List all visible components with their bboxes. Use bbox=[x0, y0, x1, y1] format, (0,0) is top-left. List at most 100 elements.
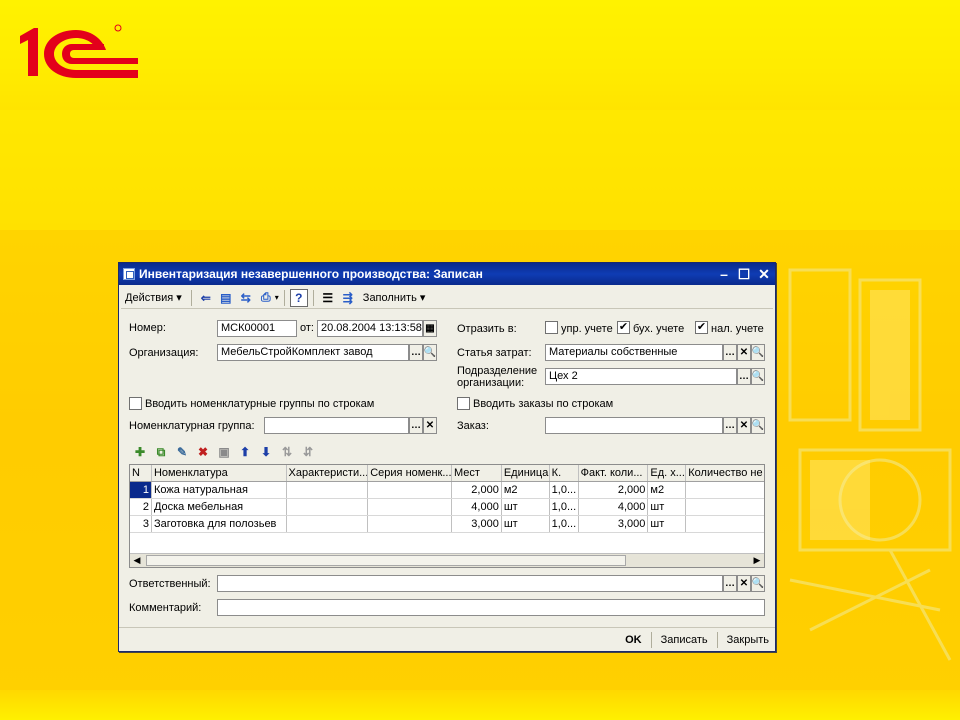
add-row-icon[interactable]: ✚ bbox=[131, 443, 149, 461]
col-nomenclature[interactable]: Номенклатура bbox=[152, 465, 287, 481]
col-n[interactable]: N bbox=[130, 465, 152, 481]
table-row[interactable]: 3 Заготовка для полозьев 3,000 шт 1,0...… bbox=[130, 516, 764, 533]
row-coef: 1,0... bbox=[550, 482, 579, 498]
print-icon[interactable]: ⎙ bbox=[257, 289, 275, 307]
close-button[interactable]: Закрыть bbox=[721, 634, 775, 646]
nom-group-field[interactable] bbox=[264, 417, 409, 434]
minimize-button[interactable]: – bbox=[715, 265, 733, 283]
edit-row-icon[interactable]: ✎ bbox=[173, 443, 191, 461]
row-fact-qty: 4,000 bbox=[579, 499, 649, 515]
organization-open-button[interactable]: 🔍 bbox=[423, 344, 437, 361]
maximize-button[interactable]: ☐ bbox=[735, 265, 753, 283]
slide-top-band bbox=[0, 0, 960, 110]
cost-item-open-button[interactable]: 🔍 bbox=[751, 344, 765, 361]
enter-groups-label: Вводить номенклатурные группы по строкам bbox=[145, 398, 375, 410]
division-select-button[interactable]: … bbox=[737, 368, 751, 385]
comment-field[interactable] bbox=[217, 599, 765, 616]
nom-group-select-button[interactable]: … bbox=[409, 417, 423, 434]
delete-row-icon[interactable]: ✖ bbox=[194, 443, 212, 461]
reflect-acc-checkbox[interactable]: ✔ bbox=[617, 321, 630, 334]
close-window-button[interactable]: ✕ bbox=[755, 265, 773, 283]
help-button[interactable]: ? bbox=[289, 288, 308, 307]
enter-orders-checkbox[interactable] bbox=[457, 397, 470, 410]
row-series bbox=[368, 516, 452, 532]
back-arrow-icon[interactable]: ⇐ bbox=[197, 289, 215, 307]
fill-icon[interactable]: ⇶ bbox=[339, 289, 357, 307]
col-storage-unit[interactable]: Ед. х... bbox=[648, 465, 687, 481]
organization-label: Организация: bbox=[129, 347, 199, 359]
col-series[interactable]: Серия номенк... bbox=[368, 465, 452, 481]
division-open-button[interactable]: 🔍 bbox=[751, 368, 765, 385]
structure-icon[interactable]: ⇆ bbox=[237, 289, 255, 307]
col-unit[interactable]: Единица bbox=[502, 465, 550, 481]
window-titlebar[interactable]: Инвентаризация незавершенного производст… bbox=[119, 263, 775, 285]
slide-bottom-band bbox=[0, 690, 960, 720]
command-separator bbox=[650, 631, 652, 648]
table-toolbar: ✚ ⧉ ✎ ✖ ▣ ⬆ ⬇ ⇅ ⇵ bbox=[131, 443, 317, 461]
responsible-field[interactable] bbox=[217, 575, 723, 592]
col-characteristic[interactable]: Характеристи... bbox=[287, 465, 369, 481]
cost-item-select-button[interactable]: … bbox=[723, 344, 737, 361]
col-fact-qty[interactable]: Факт. коли... bbox=[579, 465, 649, 481]
row-number: 2 bbox=[130, 499, 152, 515]
responsible-open-button[interactable]: 🔍 bbox=[751, 575, 765, 592]
sort-desc-icon[interactable]: ⇵ bbox=[299, 443, 317, 461]
window-title: Инвентаризация незавершенного производст… bbox=[139, 267, 483, 281]
calendar-button[interactable]: ▦ bbox=[423, 320, 437, 337]
cost-item-field[interactable]: Материалы собственные bbox=[545, 344, 723, 361]
order-select-button[interactable]: … bbox=[723, 417, 737, 434]
row-characteristic bbox=[287, 499, 369, 515]
division-label-line2: организации: bbox=[457, 377, 525, 389]
copy-row-icon[interactable]: ⧉ bbox=[152, 443, 170, 461]
comment-label: Комментарий: bbox=[129, 602, 202, 614]
table-row[interactable]: 2 Доска мебельная 4,000 шт 1,0... 4,000 … bbox=[130, 499, 764, 516]
reflect-mgmt-checkbox[interactable] bbox=[545, 321, 558, 334]
organization-select-button[interactable]: … bbox=[409, 344, 423, 361]
col-coef[interactable]: К. bbox=[550, 465, 579, 481]
responsible-clear-button[interactable]: ✕ bbox=[737, 575, 751, 592]
col-qty-not[interactable]: Количество не bbox=[686, 465, 764, 481]
list-icon[interactable]: ☰ bbox=[319, 289, 337, 307]
row-characteristic bbox=[287, 482, 369, 498]
save-button[interactable]: Записать bbox=[655, 634, 714, 646]
row-series bbox=[368, 482, 452, 498]
1c-logo bbox=[20, 24, 138, 78]
order-field[interactable] bbox=[545, 417, 723, 434]
number-field[interactable]: МСК00001 bbox=[217, 320, 297, 337]
row-nomenclature: Доска мебельная bbox=[152, 499, 287, 515]
nom-group-clear-button[interactable]: ✕ bbox=[423, 417, 437, 434]
scrollbar-thumb[interactable] bbox=[146, 555, 626, 566]
fill-menu[interactable]: Заполнить ▾ bbox=[359, 291, 430, 304]
actions-menu[interactable]: Действия ▾ bbox=[121, 291, 186, 304]
row-fact-qty: 3,000 bbox=[579, 516, 649, 532]
slide-middle-band bbox=[0, 110, 960, 230]
scroll-right-icon[interactable]: ▶ bbox=[750, 554, 764, 567]
table-row[interactable]: 1 Кожа натуральная 2,000 м2 1,0... 2,000… bbox=[130, 482, 764, 499]
responsible-select-button[interactable]: … bbox=[723, 575, 737, 592]
order-open-button[interactable]: 🔍 bbox=[751, 417, 765, 434]
division-field[interactable]: Цех 2 bbox=[545, 368, 737, 385]
print-dropdown-icon[interactable]: ▾ bbox=[275, 293, 279, 302]
command-bar: OK Записать Закрыть bbox=[119, 627, 775, 651]
order-clear-button[interactable]: ✕ bbox=[737, 417, 751, 434]
table-horizontal-scrollbar[interactable]: ◀ ▶ bbox=[130, 553, 764, 567]
row-nomenclature: Заготовка для полозьев bbox=[152, 516, 287, 532]
sort-asc-icon[interactable]: ⇅ bbox=[278, 443, 296, 461]
reflect-tax-checkbox[interactable]: ✔ bbox=[695, 321, 708, 334]
end-edit-icon[interactable]: ▣ bbox=[215, 443, 233, 461]
organization-field[interactable]: МебельСтройКомплект завод bbox=[217, 344, 409, 361]
cost-item-clear-button[interactable]: ✕ bbox=[737, 344, 751, 361]
row-storage-unit: шт bbox=[648, 516, 687, 532]
move-down-icon[interactable]: ⬇ bbox=[257, 443, 275, 461]
date-field[interactable]: 20.08.2004 13:13:58 bbox=[317, 320, 423, 337]
enter-groups-checkbox[interactable] bbox=[129, 397, 142, 410]
row-places: 2,000 bbox=[452, 482, 502, 498]
col-places[interactable]: Мест bbox=[452, 465, 502, 481]
row-qty-not bbox=[686, 516, 764, 532]
move-up-icon[interactable]: ⬆ bbox=[236, 443, 254, 461]
toolbar: Действия ▾ ⇐ ▤ ⇆ ⎙ ▾ ? ☰ ⇶ Заполнить ▾ bbox=[121, 287, 773, 309]
scroll-left-icon[interactable]: ◀ bbox=[130, 554, 144, 567]
ok-button[interactable]: OK bbox=[619, 634, 648, 646]
movements-icon[interactable]: ▤ bbox=[217, 289, 235, 307]
background-decoration bbox=[788, 268, 952, 661]
